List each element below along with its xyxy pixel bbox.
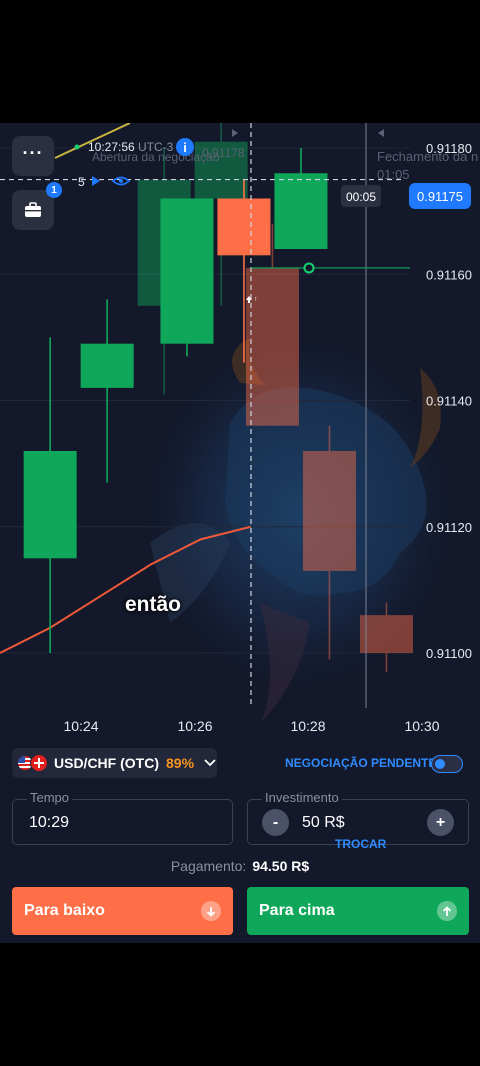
candle-body [274,173,328,249]
sell-down-button[interactable]: Para baixo [12,887,233,935]
candle-body [80,343,134,388]
trade-level-dot[interactable] [303,262,315,274]
more-dots-icon: ··· [22,143,44,163]
online-dot-icon [74,144,80,150]
candle [23,337,77,653]
chevron-down-icon [204,756,216,770]
candle-body [245,267,299,426]
investment-field-value: 50 R$ [302,814,345,831]
asset-selector[interactable]: USD/CHF (OTC) 89% [12,748,217,778]
x-axis-labels: 10:24 10:26 10:28 10:30 [63,718,439,734]
asset-name: USD/CHF (OTC) [54,755,159,771]
price-tag: 00:05 0.91175 [341,183,471,209]
portfolio-badge: 1 [46,182,62,198]
bull-illustration [135,323,465,723]
trading-screen: 0.91180 0.91160 0.91140 0.91120 0.91100 10:2… [0,123,480,943]
watchers-count: 5 [78,175,85,189]
sell-down-label: Para baixo [24,902,105,919]
arrow-down-icon [201,901,221,921]
payout-row: Pagamento: 94.50 R$ [0,858,480,874]
svg-text:i: i [183,140,187,155]
time-field-value: 10:29 [29,814,70,831]
y-tick-label: 0.91120 [426,520,472,535]
y-tick-label: 0.91160 [426,267,472,282]
pending-trade-label: NEGOCIAÇÃO PENDENTE [285,756,437,770]
buy-up-button[interactable]: Para cima [247,887,469,935]
asset-payout: 89% [166,755,195,771]
y-tick-label: 0.91100 [426,646,472,661]
candle-body [160,198,214,344]
y-tick-label: 0.91140 [426,394,472,409]
decrease-button[interactable]: - [262,809,289,836]
x-tick-label: 10:26 [177,718,212,734]
briefcase-icon [25,202,41,217]
video-caption: então [125,593,182,616]
opening-label: Abertura da negociação [92,150,220,164]
pending-trade-toggle[interactable] [431,755,463,773]
investment-field-label: Investimento [262,790,342,805]
x-tick-label: 10:30 [404,718,439,734]
opening-price-ghost: 0.91178 [202,146,245,160]
candle-body [217,198,271,256]
closing-arrow-icon [378,129,384,137]
currency-flags-icon [18,754,52,772]
portfolio-button[interactable]: 1 [12,182,62,230]
x-tick-label: 10:28 [290,718,325,734]
time-field-label: Tempo [27,790,73,805]
opening-arrow-icon [232,129,238,137]
candle-body [302,451,356,571]
payout-label: Pagamento: [170,858,247,874]
payout-value: 94.50 R$ [252,858,310,874]
swap-currency-button[interactable]: TROCAR [335,837,386,851]
current-price-text: 0.91175 [417,189,463,204]
closing-label: Fechamento da n [377,149,478,164]
candle-body [23,451,77,559]
time-field[interactable]: Tempo 10:29 [12,790,233,845]
candle [160,198,214,357]
svg-text:↑: ↑ [254,296,258,303]
arrow-up-icon [437,901,457,921]
buy-up-label: Para cima [259,902,335,919]
increase-button[interactable]: + [427,809,454,836]
play-icon [92,176,100,186]
candle [274,148,328,249]
candle [80,299,134,483]
closing-time: 01:05 [377,167,410,182]
countdown-text: 00:05 [346,190,376,204]
menu-button[interactable]: ··· [12,136,54,176]
candle-body [359,615,413,653]
x-tick-label: 10:24 [63,718,98,734]
